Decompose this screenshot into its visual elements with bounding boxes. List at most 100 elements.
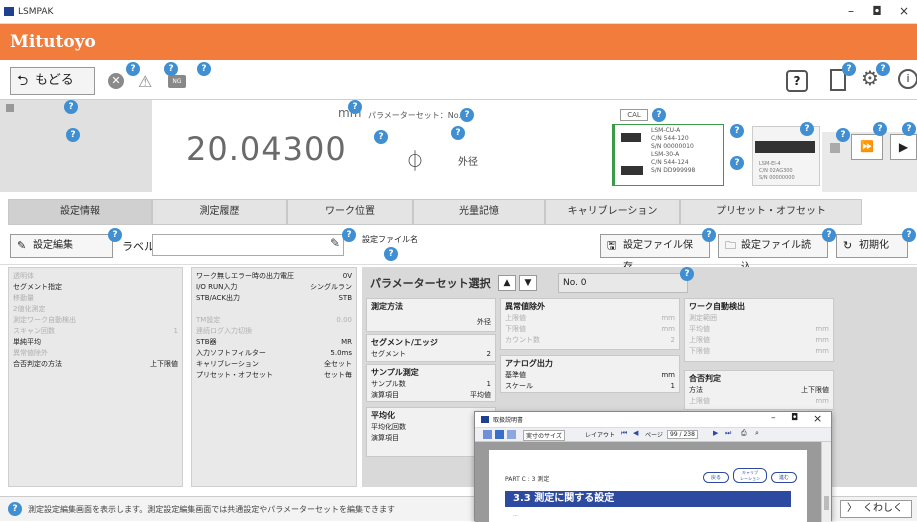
help-badge-icon[interactable]: ? bbox=[66, 128, 80, 142]
box-row: スケール 1 bbox=[505, 382, 675, 390]
list-item: 透明体 bbox=[13, 272, 34, 280]
manual-calibration-button[interactable]: キャリブ レーション bbox=[733, 468, 767, 483]
help-badge-icon[interactable]: ? bbox=[126, 62, 140, 76]
help-badge-icon[interactable]: ? bbox=[652, 108, 666, 122]
viewer-tool-icon[interactable] bbox=[507, 430, 516, 439]
help-badge-icon[interactable]: ? bbox=[902, 122, 916, 136]
label-caption: ラベル bbox=[122, 240, 155, 253]
error-icon[interactable]: ✕ bbox=[108, 73, 124, 89]
tab-light-memory[interactable]: 光量記憶 bbox=[413, 199, 545, 225]
help-badge-icon[interactable]: ? bbox=[836, 128, 850, 142]
list-item: プリセット・オフセット セット毎 bbox=[196, 371, 352, 379]
layout-select[interactable]: レイアウト bbox=[585, 430, 615, 439]
continuous-run-button[interactable]: ⏩ bbox=[851, 134, 883, 160]
help-badge-icon[interactable]: ? bbox=[680, 267, 694, 281]
maximize-button[interactable]: ◘ bbox=[866, 4, 888, 20]
prev-page-icon[interactable]: ◀ bbox=[633, 429, 638, 437]
help-badge-icon[interactable]: ? bbox=[197, 62, 211, 76]
load-settings-file-button[interactable]: 🗀設定ファイル読込 bbox=[718, 234, 828, 273]
manual-popup: 取扱説明書 – ◘ × 実寸のサイズ レイアウト ⏮ ◀ ページ 99 / 23… bbox=[474, 411, 832, 522]
list-item: セグメント指定 bbox=[13, 283, 62, 291]
zoom-select[interactable]: 実寸のサイズ bbox=[523, 430, 565, 441]
help-badge-icon[interactable]: ? bbox=[800, 122, 814, 136]
chevron-right-icon: 〉 bbox=[847, 503, 857, 514]
print-icon[interactable]: ⎙ bbox=[741, 429, 747, 438]
warning-icon[interactable]: ⚠ bbox=[138, 72, 152, 91]
minimize-button[interactable]: – bbox=[840, 4, 862, 20]
label-input[interactable] bbox=[152, 234, 344, 256]
help-badge-icon[interactable]: ? bbox=[384, 247, 398, 261]
help-badge-icon[interactable]: ? bbox=[842, 62, 856, 76]
help-badge-icon[interactable]: ? bbox=[902, 228, 916, 242]
help-badge-icon[interactable]: ? bbox=[164, 62, 178, 76]
search-icon[interactable]: ⌕ bbox=[755, 429, 759, 438]
page-input[interactable]: 99 / 238 bbox=[667, 430, 698, 439]
list-item: 異常値除外 bbox=[13, 349, 48, 357]
popup-minimize-button[interactable]: – bbox=[771, 413, 776, 423]
device-info-panel: LSM-CU-A C/N 544-120 S/N 00000010 LSM-30… bbox=[612, 124, 724, 186]
last-page-icon[interactable]: ⏭ bbox=[725, 429, 731, 438]
help-badge-icon[interactable]: ? bbox=[702, 228, 716, 242]
box-title: ワーク自動検出 bbox=[689, 302, 745, 311]
help-badge-icon[interactable]: ? bbox=[873, 122, 887, 136]
single-run-button[interactable]: ▶ bbox=[890, 134, 917, 160]
device-line: LSM-30-A bbox=[651, 151, 680, 158]
help-badge-icon[interactable]: ? bbox=[876, 62, 890, 76]
viewer-tool-icon[interactable] bbox=[495, 430, 504, 439]
tab-settings-info[interactable]: 設定情報 bbox=[8, 199, 152, 225]
common-settings-list: 透明体 セグメント指定 移動量 2値化測定 測定ワーク自動検出 スキャン回数 1 … bbox=[8, 267, 183, 487]
stop-button-icon[interactable] bbox=[830, 143, 840, 153]
close-button[interactable]: × bbox=[893, 4, 915, 20]
help-badge-icon[interactable]: ? bbox=[460, 108, 474, 122]
segment-edge-box: セグメント/エッジ セグメント 2 bbox=[366, 334, 496, 362]
save-icon: 🖫 bbox=[607, 239, 617, 252]
display-left-pane bbox=[0, 100, 152, 192]
next-page-icon[interactable]: ▶ bbox=[713, 429, 718, 437]
help-badge-icon[interactable]: ? bbox=[730, 156, 744, 170]
first-page-icon[interactable]: ⏮ bbox=[621, 429, 627, 438]
box-title: サンプル測定 bbox=[371, 368, 419, 377]
sensor-icon bbox=[621, 133, 641, 142]
help-badge-icon[interactable]: ? bbox=[730, 124, 744, 138]
edit-settings-button[interactable]: ✎ 設定編集 bbox=[10, 234, 113, 258]
window-title: LSMPAK bbox=[18, 6, 54, 17]
back-button[interactable]: ⮌ もどる bbox=[10, 67, 95, 95]
tab-work-position[interactable]: ワーク位置 bbox=[287, 199, 413, 225]
tab-history[interactable]: 測定履歴 bbox=[152, 199, 287, 225]
popup-maximize-button[interactable]: ◘ bbox=[791, 413, 798, 423]
box-row: サンプル数 1 bbox=[371, 380, 491, 388]
box-title: 合否判定 bbox=[689, 374, 721, 383]
help-badge-icon[interactable]: ? bbox=[451, 126, 465, 140]
param-down-button[interactable]: ▼ bbox=[519, 275, 537, 291]
tab-preset-offset[interactable]: プリセット・オフセット bbox=[680, 199, 862, 225]
help-badge-icon[interactable]: ? bbox=[822, 228, 836, 242]
param-up-button[interactable]: ▲ bbox=[498, 275, 516, 291]
scrollbar-thumb[interactable] bbox=[824, 496, 829, 510]
viewer-scrollbar[interactable] bbox=[821, 442, 831, 522]
help-badge-icon[interactable]: ? bbox=[342, 228, 356, 242]
help-icon[interactable]: ? bbox=[786, 70, 808, 92]
popup-close-button[interactable]: × bbox=[813, 412, 822, 425]
help-badge-icon[interactable]: ? bbox=[374, 130, 388, 144]
manual-forward-button[interactable]: 進む bbox=[771, 472, 797, 483]
judgement-box: 合否判定 方法 上下限値 上限値 mm bbox=[684, 370, 834, 410]
initialize-button[interactable]: ↻ 初期化 bbox=[836, 234, 908, 258]
ng-icon[interactable]: NG bbox=[168, 75, 186, 88]
tab-calibration[interactable]: キャリブレーション bbox=[545, 199, 680, 225]
viewer-toolbar: 実寸のサイズ レイアウト ⏮ ◀ ページ 99 / 238 ▶ ⏭ ⎙ ⌕ bbox=[475, 428, 831, 442]
device-line: C/N 544-120 bbox=[651, 135, 689, 142]
box-row: 演算項目 bbox=[371, 434, 399, 442]
pencil-icon[interactable]: ✎ bbox=[330, 236, 340, 250]
help-badge-icon[interactable]: ? bbox=[64, 100, 78, 114]
list-item: 合否判定の方法 上下限値 bbox=[13, 360, 178, 368]
manual-back-button[interactable]: 戻る bbox=[703, 472, 729, 483]
help-badge-icon[interactable]: ? bbox=[108, 228, 122, 242]
box-title: アナログ出力 bbox=[505, 359, 553, 368]
info-icon[interactable]: i bbox=[898, 69, 917, 89]
details-button[interactable]: 〉くわしく bbox=[840, 500, 912, 518]
help-badge-icon[interactable]: ? bbox=[348, 100, 362, 114]
viewer-tool-icon[interactable] bbox=[483, 430, 492, 439]
parameter-set-title: パラメーターセット選択 bbox=[370, 277, 491, 290]
save-settings-file-button[interactable]: 🖫設定ファイル保存 bbox=[600, 234, 710, 273]
analog-output-box: アナログ出力 基準値 mm スケール 1 bbox=[500, 355, 680, 393]
